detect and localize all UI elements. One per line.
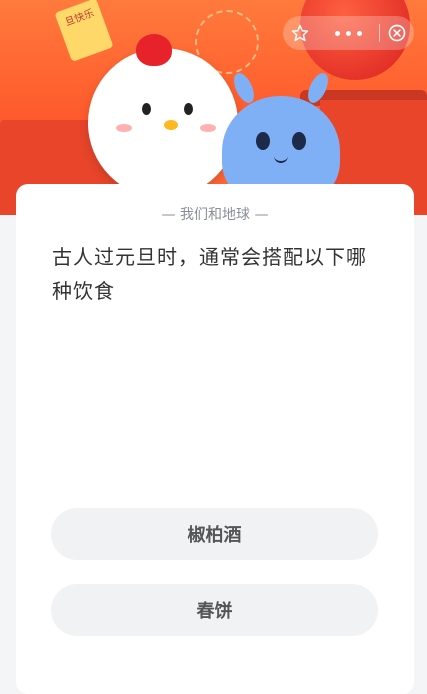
answer-option-2[interactable]: 春饼	[51, 584, 378, 636]
chick-eye-left	[142, 103, 151, 115]
close-circle-icon	[388, 24, 406, 42]
chick-cheek-left	[116, 124, 132, 132]
chick-eye-right	[184, 103, 193, 115]
alien-eye-left	[256, 132, 270, 150]
quiz-category: — 我们和地球 —	[161, 207, 269, 223]
header-banner: 旦快乐	[0, 0, 427, 215]
more-dot	[356, 30, 362, 36]
chick-beak	[164, 120, 178, 130]
close-button[interactable]	[380, 16, 414, 50]
festival-tag: 旦快乐	[54, 0, 114, 62]
star-icon	[291, 24, 309, 42]
more-dots-icon	[334, 30, 340, 36]
answer-option-1[interactable]: 椒柏酒	[51, 508, 378, 560]
chick-comb	[136, 34, 172, 66]
alien-mouth	[274, 154, 288, 163]
more-dot	[345, 30, 351, 36]
alien-eye-right	[292, 132, 306, 150]
chick-mascot	[88, 34, 238, 198]
chick-cheek-right	[200, 124, 216, 132]
more-button[interactable]	[317, 16, 379, 50]
quiz-card: — 我们和地球 — 古人过元旦时，通常会搭配以下哪种饮食 椒柏酒 春饼	[16, 184, 414, 694]
quiz-question: 古人过元旦时，通常会搭配以下哪种饮食	[52, 245, 367, 303]
favorite-button[interactable]	[283, 16, 317, 50]
mini-program-capsule	[283, 16, 414, 50]
